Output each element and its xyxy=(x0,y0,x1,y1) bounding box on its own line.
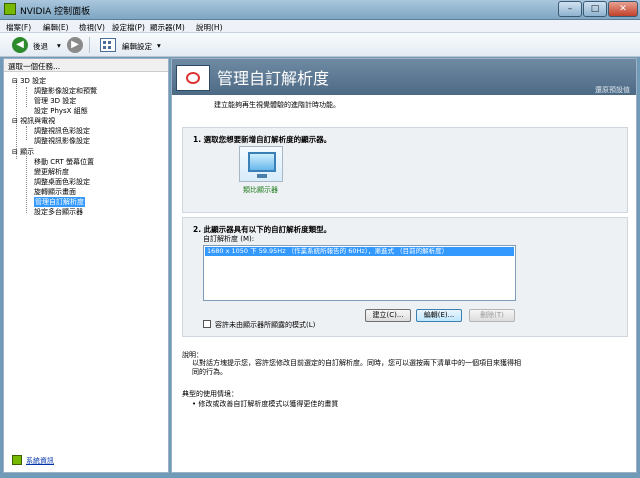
toolbar: ◀ 後退 ▾ ▶ 編輯設定 ▾ xyxy=(0,33,640,57)
minimize-button[interactable]: – xyxy=(558,1,582,17)
explain-text: 以對話方塊提示您，容許您修改目前選定的自訂解析度。同時，您可以選按兩下清單中的一… xyxy=(192,359,521,376)
toolbar-separator xyxy=(89,37,90,53)
display-select-section: 1. 選取您想要新增自訂解析度的顯示器。 類比顯示器 xyxy=(182,127,628,213)
usage-title: 典型的使用情境： xyxy=(182,390,238,398)
analog-display-icon[interactable] xyxy=(239,146,283,182)
sidebar-item-desktop-color[interactable]: 調整桌面色彩設定 xyxy=(34,177,90,187)
close-button[interactable]: ✕ xyxy=(608,1,638,17)
custom-resolution-icon xyxy=(176,65,210,91)
sidebar-item-crt-position[interactable]: 移動 CRT 螢幕位置 xyxy=(34,157,94,167)
back-dropdown-icon[interactable]: ▾ xyxy=(57,41,61,50)
custom-resolution-list-label: 自訂解析度 (M): xyxy=(203,235,255,243)
content-panel: 管理自訂解析度 還原預設值 建立能夠再生視覺體驗的進階計時功能。 1. 選取您想… xyxy=(171,58,637,473)
sidebar-item-custom-resolution[interactable]: 管理自訂解析度 xyxy=(34,197,85,207)
title-bar: NVIDIA 控制面板 – □ ✕ xyxy=(0,0,640,20)
resolution-section: 2. 此顯示器具有以下的自訂解析度類型。 自訂解析度 (M): 1680 x 1… xyxy=(182,217,628,337)
menu-edit[interactable]: 編輯(E) xyxy=(43,22,69,33)
menu-profile[interactable]: 設定檔(P) xyxy=(112,22,145,33)
window-title: NVIDIA 控制面板 xyxy=(20,7,91,17)
tree-group-label: 顯示 xyxy=(20,148,35,156)
page-banner: 管理自訂解析度 還原預設值 xyxy=(172,59,636,95)
menu-file[interactable]: 檔案(F) xyxy=(6,22,31,33)
page-description: 建立能夠再生視覺體驗的進階計時功能。 xyxy=(214,101,340,109)
system-info-icon xyxy=(12,455,22,465)
sidebar-item-physx[interactable]: 設定 PhysX 組態 xyxy=(34,106,88,116)
sidebar-item-multi-display[interactable]: 設定多台顯示器 xyxy=(34,207,83,217)
sidebar-item-rotate[interactable]: 旋轉顯示畫面 xyxy=(34,187,76,197)
tree-guide xyxy=(26,156,27,213)
usage-text: • 修改或改善自訂解析度模式以獲得更佳的畫質 xyxy=(192,400,339,408)
menu-display[interactable]: 顯示器(M) xyxy=(150,22,185,33)
tree-group-label: 視訊與電視 xyxy=(20,117,56,125)
edit-settings-label[interactable]: 編輯設定 xyxy=(122,41,152,52)
analog-display-label[interactable]: 類比顯示器 xyxy=(243,185,278,195)
allow-unexposed-modes-checkbox[interactable] xyxy=(203,320,211,328)
tree-group-label: 3D 設定 xyxy=(20,77,47,85)
back-arrow-icon[interactable]: ◀ xyxy=(12,37,28,53)
tree-group-display[interactable]: ⊟ 顯示 xyxy=(12,147,34,157)
sidebar-item-image-settings[interactable]: 調整影像設定和預覽 xyxy=(34,86,97,96)
restore-defaults-link[interactable]: 還原預設值 xyxy=(595,85,630,95)
system-info-link[interactable]: 系統資訊 xyxy=(12,455,54,466)
tree-guide xyxy=(26,87,27,107)
edit-dropdown-icon[interactable]: ▾ xyxy=(157,41,161,50)
tree-group-video[interactable]: ⊟ 視訊與電視 xyxy=(12,116,55,126)
nvidia-logo-icon xyxy=(4,3,16,15)
allow-unexposed-modes-label[interactable]: 容許未由顯示器所顯露的模式(L) xyxy=(215,320,315,330)
task-sidebar: 選取一個任務... ⊟ 3D 設定 調整影像設定和預覽 管理 3D 設定 設定 … xyxy=(3,58,169,473)
list-item[interactable]: 1680 x 1050 下 59.95Hz （作業系統所報告的 60Hz），漸進… xyxy=(205,247,514,256)
back-label[interactable]: 後退 xyxy=(33,41,48,52)
menu-help[interactable]: 說明(H) xyxy=(196,22,223,33)
delete-button[interactable]: 刪除(T) xyxy=(469,309,515,322)
sidebar-item-video-color[interactable]: 調整視訊色彩設定 xyxy=(34,126,90,136)
section1-title: 1. 選取您想要新增自訂解析度的顯示器。 xyxy=(193,135,332,144)
edit-button[interactable]: 編輯(E)... xyxy=(416,309,462,322)
menu-bar: 檔案(F) 編輯(E) 檢視(V) 設定檔(P) 顯示器(M) 說明(H) xyxy=(0,20,640,33)
tree-group-3d[interactable]: ⊟ 3D 設定 xyxy=(12,76,46,86)
sidebar-header: 選取一個任務... xyxy=(4,59,168,72)
create-button[interactable]: 建立(C)... xyxy=(365,309,411,322)
maximize-button[interactable]: □ xyxy=(583,1,607,17)
system-info-label[interactable]: 系統資訊 xyxy=(26,457,54,465)
sidebar-item-change-resolution[interactable]: 變更解析度 xyxy=(34,167,69,177)
menu-view[interactable]: 檢視(V) xyxy=(79,22,105,33)
page-title: 管理自訂解析度 xyxy=(217,69,330,88)
custom-resolution-list[interactable]: 1680 x 1050 下 59.95Hz （作業系統所報告的 60Hz），漸進… xyxy=(203,245,516,301)
sidebar-item-manage-3d[interactable]: 管理 3D 設定 xyxy=(34,96,76,106)
tree-guide xyxy=(26,126,27,140)
sidebar-item-video-image[interactable]: 調整視訊影像設定 xyxy=(34,136,90,146)
edit-settings-icon[interactable] xyxy=(100,38,116,52)
forward-arrow-icon[interactable]: ▶ xyxy=(67,37,83,53)
